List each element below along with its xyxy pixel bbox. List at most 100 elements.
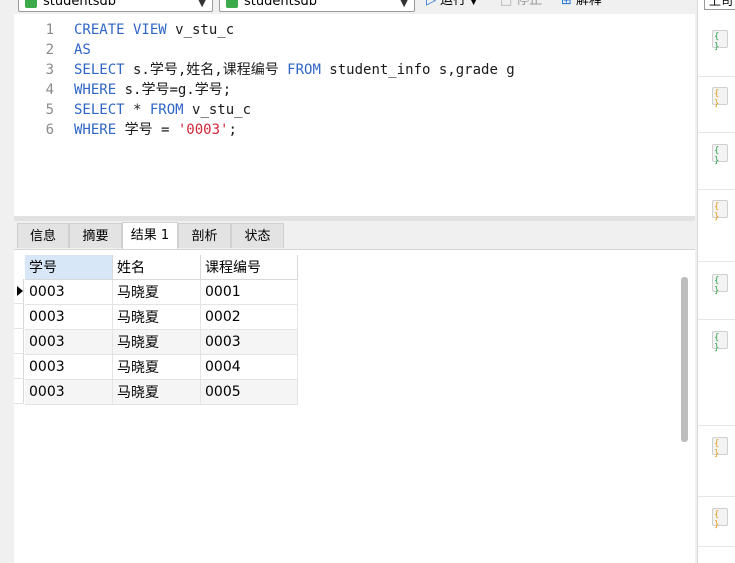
code-line[interactable]: WHERE s.学号=g.学号; — [74, 80, 231, 100]
stop-icon: □ — [500, 0, 513, 8]
code-line[interactable]: WHERE 学号 = '0003'; — [74, 120, 237, 140]
query-icon-yellow — [712, 508, 728, 530]
history-item[interactable] — [698, 75, 735, 133]
history-item[interactable] — [698, 496, 735, 547]
explain-icon: ⊞ — [561, 0, 572, 8]
connection-value: studentsdb — [43, 0, 116, 9]
explain-button[interactable]: ⊞ 解释 — [561, 0, 602, 9]
tab-summary[interactable]: 摘要 — [69, 223, 122, 248]
sql-text: s.学号,姓名,课程编号 — [124, 62, 288, 78]
sql-keyword: WHERE — [74, 122, 117, 138]
table-row[interactable]: 0003 马晓夏 0004 — [25, 354, 298, 380]
row-selector-column — [14, 279, 24, 404]
cell-course-id[interactable]: 0005 — [200, 379, 298, 405]
database-select[interactable]: studentsdb ▼ — [219, 0, 415, 12]
line-number: 3 — [45, 62, 54, 78]
results-vertical-scrollbar[interactable] — [680, 257, 689, 557]
run-icon: ▷ — [426, 0, 436, 8]
sql-editor[interactable]: 1 2 3 4 5 6 CREATE VIEW v_stu_c AS SELECT s.学号,… — [14, 14, 695, 216]
history-item[interactable] — [698, 425, 735, 497]
sql-keyword: CREATE VIEW — [74, 22, 167, 38]
cell-course-id[interactable]: 0002 — [200, 304, 298, 330]
history-item[interactable] — [698, 132, 735, 190]
code-line[interactable]: SELECT s.学号,姓名,课程编号 FROM student_info s,… — [74, 60, 515, 80]
line-number: 6 — [45, 122, 54, 138]
tab-result-1[interactable]: 结果 1 — [122, 222, 178, 249]
line-number: 2 — [45, 42, 54, 58]
cell-student-id[interactable]: 0003 — [25, 304, 113, 330]
sql-text: student_info s,grade g — [320, 62, 515, 78]
cell-course-id[interactable]: 0004 — [200, 354, 298, 380]
panel-search-input[interactable]: 上司 — [704, 0, 735, 10]
database-icon — [226, 0, 238, 8]
line-number: 1 — [45, 22, 54, 38]
sql-keyword: SELECT — [74, 102, 125, 118]
history-item[interactable] — [698, 188, 735, 262]
line-number: 5 — [45, 102, 54, 118]
tab-info[interactable]: 信息 — [17, 223, 69, 248]
run-dropdown-icon[interactable]: ▼ — [470, 0, 477, 7]
cell-name[interactable]: 马晓夏 — [112, 279, 201, 305]
cell-student-id[interactable]: 0003 — [25, 379, 113, 405]
cell-name[interactable]: 马晓夏 — [112, 379, 201, 405]
results-table: 学号 姓名 课程编号 0003 马晓夏 0001 0003 马晓夏 0002 0… — [25, 255, 298, 405]
sql-text: ; — [228, 122, 237, 138]
column-header-student-id[interactable]: 学号 — [25, 255, 113, 280]
run-button[interactable]: ▷ 运行 ▼ — [426, 0, 477, 10]
connection-icon — [25, 0, 37, 8]
result-tabs: 信息 摘要 结果 1 剖析 状态 — [14, 221, 695, 250]
sql-keyword: AS — [74, 42, 91, 58]
history-item[interactable] — [698, 319, 735, 426]
cell-name[interactable]: 马晓夏 — [112, 329, 201, 355]
table-row[interactable]: 0003 马晓夏 0005 — [25, 379, 298, 405]
chevron-down-icon: ▼ — [400, 0, 408, 9]
cell-course-id[interactable]: 0001 — [200, 279, 298, 305]
query-icon-green — [712, 331, 728, 353]
current-row-indicator-icon[interactable] — [14, 279, 24, 304]
line-number: 4 — [45, 82, 54, 98]
cell-student-id[interactable]: 0003 — [25, 329, 113, 355]
row-selector[interactable] — [14, 379, 24, 404]
column-header-course-id[interactable]: 课程编号 — [200, 255, 298, 280]
query-icon-yellow — [712, 87, 728, 109]
database-value: studentsdb — [244, 0, 317, 9]
toolbar: studentsdb ▼ studentsdb ▼ ▷ 运行 ▼ □ 停止 ⊞ 解释 — [0, 0, 697, 14]
line-number-gutter: 1 2 3 4 5 6 — [14, 14, 57, 216]
column-header-name[interactable]: 姓名 — [112, 255, 201, 280]
stop-button[interactable]: □ 停止 — [500, 0, 542, 9]
row-selector[interactable] — [14, 329, 24, 354]
query-icon-green — [712, 274, 728, 296]
sql-keyword: WHERE — [74, 82, 117, 98]
table-row[interactable]: 0003 马晓夏 0001 — [25, 279, 298, 305]
results-grid-panel: 学号 姓名 课程编号 0003 马晓夏 0001 0003 马晓夏 0002 0… — [14, 250, 695, 563]
cell-student-id[interactable]: 0003 — [25, 279, 113, 305]
history-item[interactable] — [698, 262, 735, 320]
code-line[interactable]: SELECT * FROM v_stu_c — [74, 100, 251, 120]
query-icon-green — [712, 144, 728, 166]
sql-text: * — [124, 102, 150, 118]
query-icon-yellow — [712, 200, 728, 222]
tab-profile[interactable]: 剖析 — [178, 223, 231, 248]
history-item[interactable] — [698, 18, 735, 77]
code-line[interactable]: AS — [74, 40, 91, 60]
cell-course-id[interactable]: 0003 — [200, 329, 298, 355]
query-icon-green — [712, 30, 728, 52]
connection-select[interactable]: studentsdb ▼ — [18, 0, 213, 12]
tab-status[interactable]: 状态 — [231, 223, 284, 248]
sql-text: v_stu_c — [166, 22, 235, 38]
sql-string: '0003' — [177, 122, 229, 138]
sql-keyword: SELECT — [74, 62, 125, 78]
cell-name[interactable]: 马晓夏 — [112, 304, 201, 330]
sql-text: s.学号=g.学号; — [116, 82, 232, 98]
scrollbar-thumb[interactable] — [681, 277, 688, 442]
row-selector[interactable] — [14, 304, 24, 329]
stop-label: 停止 — [516, 0, 543, 8]
code-line[interactable]: CREATE VIEW v_stu_c — [74, 20, 234, 40]
sql-text: v_stu_c — [183, 102, 252, 118]
cell-student-id[interactable]: 0003 — [25, 354, 113, 380]
table-row[interactable]: 0003 马晓夏 0002 — [25, 304, 298, 330]
table-row[interactable]: 0003 马晓夏 0003 — [25, 329, 298, 355]
cell-name[interactable]: 马晓夏 — [112, 354, 201, 380]
row-selector[interactable] — [14, 354, 24, 379]
sql-keyword: FROM — [287, 62, 321, 78]
